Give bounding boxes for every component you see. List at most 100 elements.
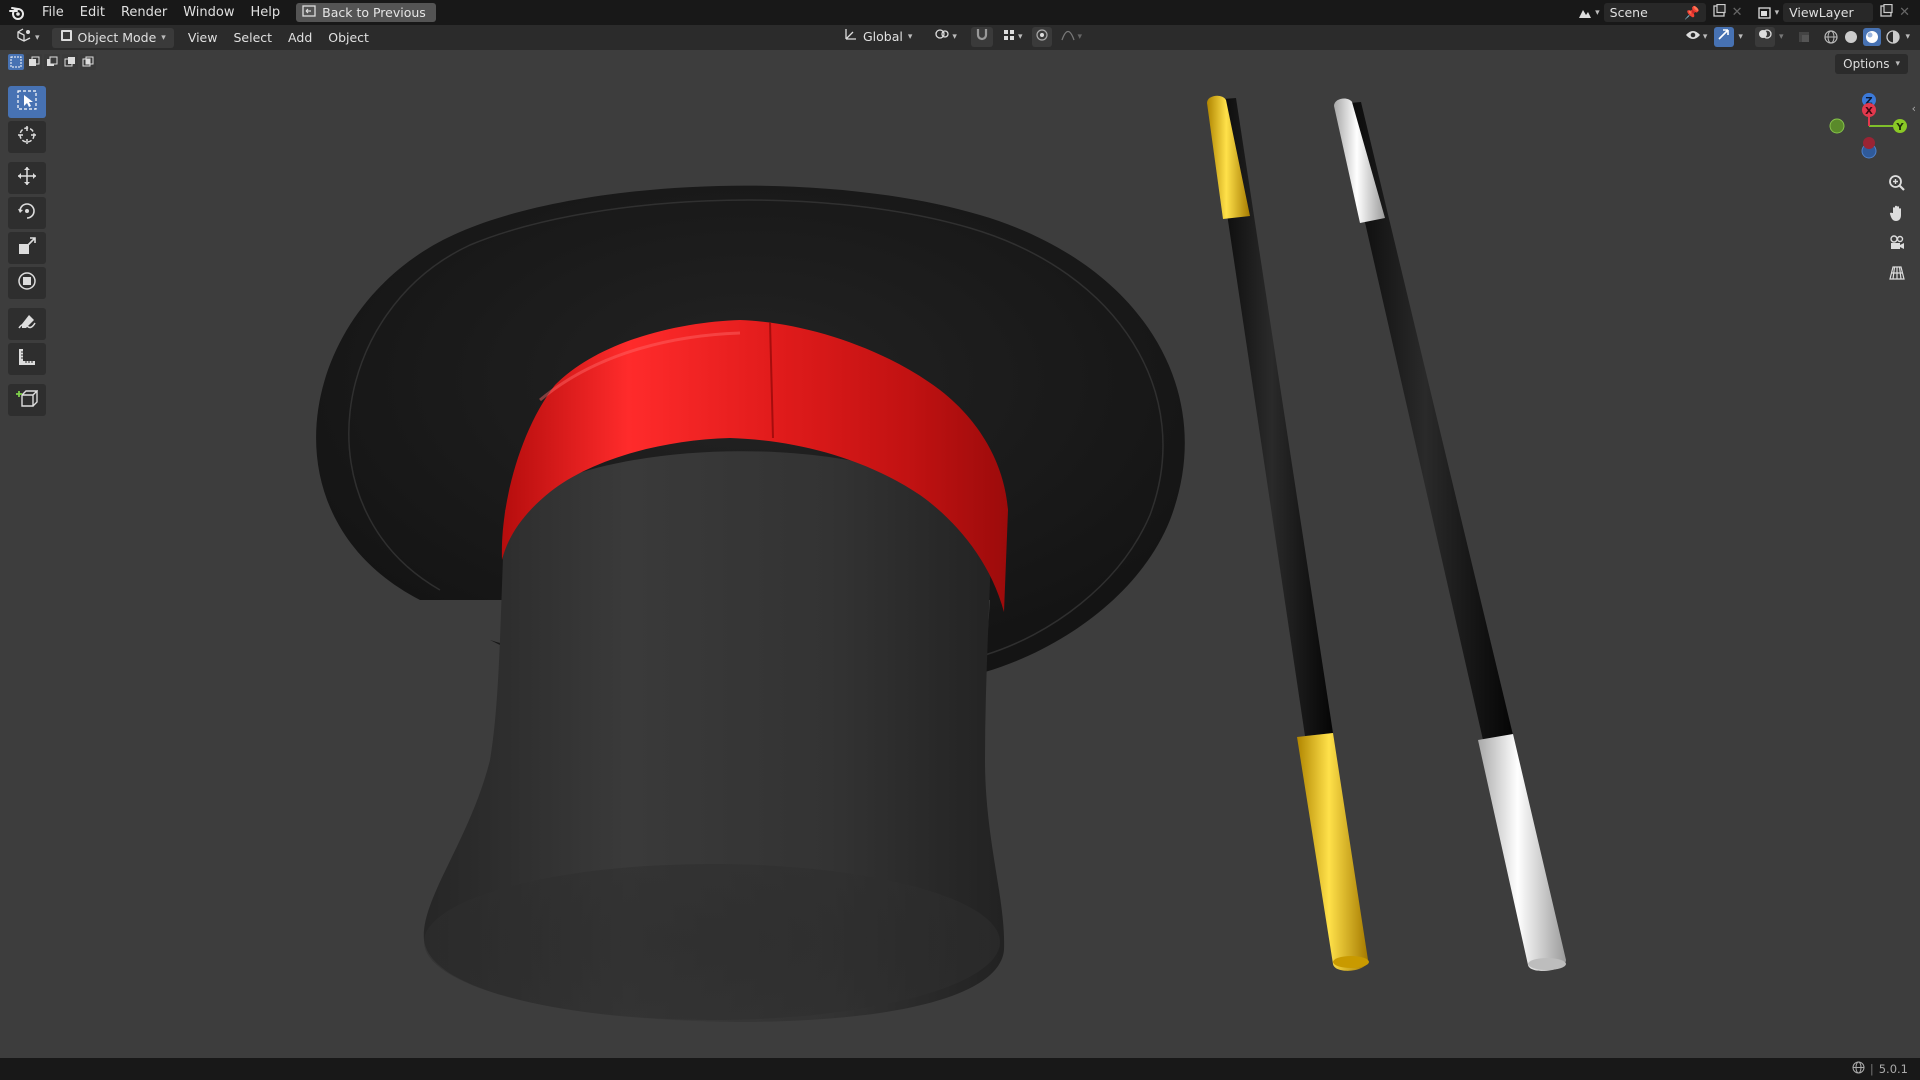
navigation-gizmo[interactable]: Z Y X bbox=[1829, 93, 1907, 159]
gizmo-toggle[interactable] bbox=[1714, 27, 1735, 47]
select-new-icon[interactable] bbox=[8, 54, 24, 70]
pivot-icon bbox=[934, 27, 950, 47]
eye-icon bbox=[1685, 27, 1701, 47]
wand-gold[interactable] bbox=[1207, 95, 1369, 971]
transform-icon bbox=[16, 270, 38, 296]
zoom-magnifier-icon bbox=[1888, 174, 1906, 196]
scene-name: Scene bbox=[1609, 5, 1648, 20]
delete-scene-icon[interactable]: ✕ bbox=[1732, 5, 1743, 20]
tool-scale[interactable] bbox=[8, 232, 46, 264]
editor-type-button[interactable]: ▾ bbox=[8, 27, 48, 48]
scene-selector-icon[interactable]: ▾ bbox=[1577, 6, 1600, 20]
mode-dropdown[interactable]: Object Mode ▾ bbox=[51, 27, 174, 48]
gizmo-neg-x[interactable] bbox=[1863, 137, 1875, 149]
options-label: Options bbox=[1843, 57, 1890, 71]
measure-ruler-icon bbox=[16, 346, 38, 372]
magnet-icon bbox=[975, 27, 989, 47]
delete-view-layer-icon[interactable]: ✕ bbox=[1899, 5, 1910, 20]
transform-orientation-dropdown[interactable]: Global ▾ bbox=[836, 27, 920, 47]
perspective-grid-icon bbox=[1888, 264, 1906, 286]
menu-edit[interactable]: Edit bbox=[72, 0, 113, 25]
tool-cursor[interactable] bbox=[8, 121, 46, 153]
shading-dropdown-icon[interactable]: ▾ bbox=[1905, 32, 1910, 42]
tool-move[interactable] bbox=[8, 162, 46, 194]
snap-toggle[interactable] bbox=[970, 27, 993, 47]
move-arrows-icon bbox=[16, 165, 38, 191]
navigation-buttons bbox=[1882, 170, 1912, 290]
back-screen-icon bbox=[302, 5, 316, 20]
menu-help[interactable]: Help bbox=[243, 0, 289, 25]
viewport-header: ▾ Object Mode ▾ View Select Add Object G… bbox=[0, 25, 1920, 50]
tool-annotate[interactable] bbox=[8, 308, 46, 340]
falloff-dropdown[interactable]: ▾ bbox=[1058, 27, 1085, 47]
globe-icon bbox=[1852, 1061, 1865, 1077]
proportional-editing-toggle[interactable] bbox=[1032, 27, 1053, 47]
wireframe-shading-icon[interactable] bbox=[1823, 29, 1839, 45]
select-extend-icon[interactable] bbox=[26, 54, 42, 70]
annotate-pencil-icon bbox=[16, 311, 38, 337]
select-intersect-icon[interactable] bbox=[80, 54, 96, 70]
solid-shading-icon[interactable] bbox=[1843, 29, 1859, 45]
view-layer-name: ViewLayer bbox=[1789, 5, 1854, 20]
mode-label: Object Mode bbox=[77, 29, 157, 45]
menu-window[interactable]: Window bbox=[175, 0, 242, 25]
camera-icon bbox=[1888, 234, 1906, 256]
menu-add[interactable]: Add bbox=[280, 28, 320, 48]
overlays-toggle[interactable] bbox=[1754, 27, 1775, 47]
tool-transform[interactable] bbox=[8, 267, 46, 299]
3d-cursor-icon bbox=[16, 124, 38, 150]
options-dropdown[interactable]: Options ▾ bbox=[1835, 54, 1908, 74]
version-label: 5.0.1 bbox=[1878, 1062, 1908, 1076]
view-layer-field[interactable]: ViewLayer bbox=[1783, 3, 1874, 22]
menu-view[interactable]: View bbox=[180, 28, 226, 48]
separator: | bbox=[1869, 1062, 1874, 1076]
back-to-previous-button[interactable]: Back to Previous bbox=[296, 3, 436, 22]
scene-name-field[interactable]: Scene 📌 bbox=[1603, 3, 1706, 22]
material-preview-icon[interactable] bbox=[1863, 28, 1882, 46]
add-cube-icon bbox=[16, 387, 39, 413]
gizmo-arrow-icon bbox=[1717, 27, 1731, 47]
tool-shelf bbox=[8, 86, 46, 419]
overlays-dropdown-icon[interactable]: ▾ bbox=[1779, 32, 1784, 42]
perspective-toggle-button[interactable] bbox=[1882, 260, 1912, 290]
top-bar: File Edit Render Window Help Back to Pre… bbox=[0, 0, 1920, 25]
rendered-shading-icon[interactable] bbox=[1885, 29, 1901, 45]
gizmo-neg-y[interactable] bbox=[1829, 118, 1845, 134]
gizmo-x-label: X bbox=[1865, 106, 1873, 117]
xray-icon[interactable] bbox=[1797, 30, 1811, 44]
snap-target-dropdown[interactable]: ▾ bbox=[999, 27, 1027, 47]
tool-rotate[interactable] bbox=[8, 197, 46, 229]
select-subtract-icon[interactable] bbox=[44, 54, 60, 70]
proportional-circle-icon bbox=[1036, 27, 1049, 47]
overlays-icon bbox=[1758, 27, 1772, 47]
pivot-point-dropdown[interactable]: ▾ bbox=[926, 27, 965, 47]
menu-select[interactable]: Select bbox=[225, 28, 280, 48]
snap-grid-icon bbox=[1003, 27, 1015, 47]
3d-viewport-icon bbox=[16, 27, 32, 48]
new-view-layer-icon[interactable] bbox=[1879, 3, 1893, 22]
camera-view-button[interactable] bbox=[1882, 230, 1912, 260]
selectability-dropdown[interactable]: ▾ bbox=[1682, 27, 1711, 47]
sidebar-toggle-chevron-icon[interactable]: ‹ bbox=[1912, 102, 1916, 115]
new-scene-icon[interactable] bbox=[1712, 3, 1726, 22]
gizmo-dropdown-icon[interactable]: ▾ bbox=[1738, 32, 1743, 42]
orientation-label: Global bbox=[863, 29, 903, 44]
blender-logo-icon[interactable] bbox=[0, 0, 34, 25]
chevron-down-icon: ▾ bbox=[1895, 59, 1900, 69]
pan-button[interactable] bbox=[1882, 200, 1912, 230]
view-layer-icon[interactable]: ▾ bbox=[1757, 6, 1779, 20]
tool-select-box[interactable] bbox=[8, 86, 46, 118]
back-to-previous-label: Back to Previous bbox=[322, 5, 426, 20]
wand-silver[interactable] bbox=[1334, 98, 1566, 972]
version-info: | 5.0.1 bbox=[1852, 1061, 1908, 1077]
menu-object[interactable]: Object bbox=[320, 28, 377, 48]
select-invert-icon[interactable] bbox=[62, 54, 78, 70]
zoom-button[interactable] bbox=[1882, 170, 1912, 200]
pin-icon[interactable]: 📌 bbox=[1684, 5, 1700, 21]
menu-file[interactable]: File bbox=[34, 0, 72, 25]
3d-viewport[interactable]: Z Y X ‹ bbox=[0, 50, 1920, 1058]
tool-add-cube[interactable] bbox=[8, 384, 46, 416]
menu-render[interactable]: Render bbox=[113, 0, 175, 25]
tool-measure[interactable] bbox=[8, 343, 46, 375]
viewport-shading-controls: ▾ ▾ ▾ ▾ bbox=[1682, 27, 1910, 47]
